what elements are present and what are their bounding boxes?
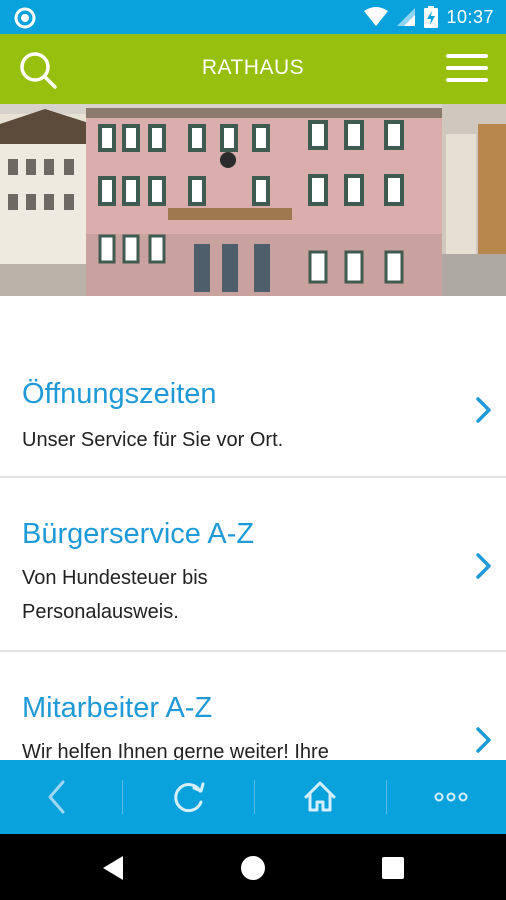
nav-home-icon[interactable] bbox=[233, 848, 273, 888]
home-icon bbox=[304, 781, 336, 812]
toolbar-separator bbox=[254, 780, 255, 814]
item-title: Öffnungszeiten bbox=[22, 378, 217, 410]
toolbar-separator bbox=[386, 780, 387, 814]
more-icon bbox=[434, 792, 468, 802]
chevron-right-icon[interactable] bbox=[472, 725, 494, 755]
page-title: RATHAUS bbox=[201, 56, 305, 79]
list-item-mitarbeiter[interactable]: Mitarbeiter A-Z Wir helfen Ihnen gerne w… bbox=[0, 652, 506, 760]
status-bar: 10:37 bbox=[0, 0, 506, 34]
cell-signal-icon bbox=[397, 8, 416, 26]
app-bar: RATHAUS bbox=[0, 34, 506, 104]
status-icons: 10:37 bbox=[364, 6, 494, 28]
wifi-icon bbox=[364, 7, 389, 26]
battery-charging-icon bbox=[424, 6, 439, 28]
chevron-right-icon[interactable] bbox=[472, 551, 494, 581]
item-title: Bürgerservice A-Z bbox=[22, 518, 255, 550]
item-subtitle-line-2: Personalausweis. bbox=[22, 601, 179, 623]
nav-back-icon[interactable] bbox=[93, 848, 133, 888]
status-time: 10:37 bbox=[446, 6, 494, 27]
item-subtitle: Wir helfen Ihnen gerne weiter! Ihre bbox=[22, 741, 329, 760]
home-button[interactable] bbox=[256, 760, 382, 834]
town-hall-photo bbox=[0, 104, 506, 296]
back-icon bbox=[48, 780, 65, 814]
nav-recents-icon[interactable] bbox=[373, 848, 413, 888]
item-subtitle-line-1: Von Hundesteuer bis bbox=[22, 567, 208, 589]
rathaus-menu-list: Öffnungszeiten Unser Service für Sie vor… bbox=[0, 296, 506, 760]
more-button[interactable] bbox=[388, 760, 506, 834]
item-subtitle: Unser Service für Sie vor Ort. bbox=[22, 429, 284, 451]
chevron-right-icon[interactable] bbox=[472, 395, 494, 425]
toolbar-separator bbox=[122, 780, 123, 814]
notification-ring-icon bbox=[14, 7, 36, 29]
reload-button[interactable] bbox=[126, 760, 252, 834]
list-item-oeffnungszeiten[interactable]: Öffnungszeiten Unser Service für Sie vor… bbox=[0, 356, 506, 476]
reload-icon bbox=[174, 782, 205, 813]
list-item-buergerservice[interactable]: Bürgerservice A-Z Von Hundesteuer bis Pe… bbox=[0, 478, 506, 650]
item-title: Mitarbeiter A-Z bbox=[22, 692, 213, 724]
hamburger-menu-icon[interactable] bbox=[446, 52, 488, 84]
bottom-toolbar bbox=[0, 760, 506, 834]
system-nav-bar bbox=[0, 834, 506, 900]
back-button[interactable] bbox=[0, 760, 126, 834]
